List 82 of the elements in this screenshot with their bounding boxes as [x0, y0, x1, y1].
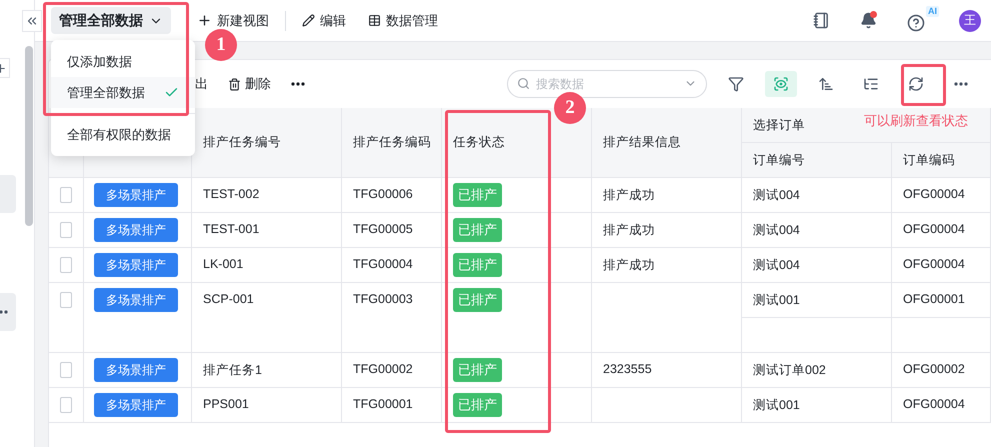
row-checkbox[interactable] — [60, 187, 72, 203]
column-header: 订单编号 — [742, 143, 892, 178]
bell-icon — [860, 12, 877, 29]
list-icon — [863, 76, 879, 92]
table-cell: TFG00001 — [342, 388, 442, 423]
column-header: 排产结果信息 — [592, 108, 742, 178]
menu-item[interactable]: 仅添加数据 — [51, 46, 195, 77]
eye-icon — [773, 76, 789, 92]
column-header: 排产任务编号 — [192, 108, 342, 178]
table-cell: 排产任务1 — [192, 353, 342, 388]
schedule-button[interactable]: 多场景排产 — [94, 253, 178, 277]
pencil-icon — [302, 14, 315, 27]
table-cell: OFG00004 — [892, 248, 991, 283]
table-cell: TEST-001 — [192, 213, 342, 248]
table-cell: 测试订单002 — [742, 353, 892, 388]
plus-icon — [197, 13, 212, 28]
status-tag: 已排产 — [453, 393, 502, 417]
row-checkbox[interactable] — [60, 397, 72, 413]
table-cell: TEST-002 — [192, 178, 342, 213]
view-switcher[interactable]: 管理全部数据 — [51, 7, 171, 34]
trash-icon — [228, 78, 241, 90]
table-cell: LK-001 — [192, 248, 342, 283]
schedule-button[interactable]: 多场景排产 — [94, 358, 178, 382]
ai-badge: AI — [926, 6, 939, 16]
row-checkbox[interactable] — [60, 292, 72, 308]
notebook-icon — [813, 12, 830, 29]
more-icon — [954, 82, 968, 86]
row-checkbox[interactable] — [60, 362, 72, 378]
table-cell: TFG00005 — [342, 213, 442, 248]
table-icon — [368, 14, 381, 27]
table-cell: 测试004 — [742, 248, 892, 283]
help-icon — [907, 14, 925, 32]
table-cell: 测试001 — [742, 388, 892, 423]
table-cell: 排产成功 — [592, 248, 742, 283]
more-icon — [291, 82, 305, 86]
column-header: 排产任务编码 — [342, 108, 442, 178]
toolbar-button[interactable]: 数据管理 — [362, 8, 444, 34]
table-cell: OFG00002 — [892, 353, 991, 388]
column-header: 订单编码 — [892, 143, 991, 178]
search-icon — [517, 77, 530, 90]
table-cell: 测试004 — [742, 213, 892, 248]
row-checkbox[interactable] — [60, 222, 72, 238]
table-cell: TFG00002 — [342, 353, 442, 388]
sidebar-item[interactable] — [0, 293, 16, 331]
table-cell: 测试001 — [742, 283, 892, 318]
delete-button[interactable]: 删除 — [222, 71, 277, 97]
table-cell: OFG00004 — [892, 213, 991, 248]
step-marker: 1 — [205, 29, 237, 61]
user-avatar[interactable]: 王 — [959, 10, 981, 32]
status-tag: 已排产 — [453, 253, 502, 277]
schedule-button[interactable]: 多场景排产 — [94, 393, 178, 417]
refresh-icon — [908, 76, 924, 92]
row-checkbox[interactable] — [60, 257, 72, 273]
status-tag: 已排产 — [453, 288, 502, 312]
schedule-button[interactable]: 多场景排产 — [94, 218, 178, 242]
table-cell: SCP-001 — [192, 283, 342, 353]
table-cell: OFG00004 — [892, 388, 991, 423]
schedule-button[interactable]: 多场景排产 — [94, 183, 178, 207]
table-cell: OFG00004 — [892, 178, 991, 213]
menu-item[interactable]: 全部有权限的数据 — [51, 119, 195, 150]
table-cell: TFG00003 — [342, 283, 442, 353]
filter-icon — [728, 76, 744, 92]
table-cell: 排产成功 — [592, 213, 742, 248]
scrollbar[interactable] — [25, 46, 33, 226]
schedule-button[interactable]: 多场景排产 — [94, 288, 178, 312]
table-cell: TFG00006 — [342, 178, 442, 213]
collapse-button[interactable] — [22, 10, 42, 32]
sort-icon — [818, 76, 834, 92]
table-cell: OFG00001 — [892, 283, 991, 318]
status-tag: 已排产 — [453, 183, 502, 207]
status-tag: 已排产 — [453, 218, 502, 242]
status-tag: 已排产 — [453, 358, 502, 382]
table-cell: PPS001 — [192, 388, 342, 423]
table-cell: 2323555 — [592, 353, 742, 388]
annotation-note: 可以刷新查看状态 — [864, 112, 968, 130]
table-cell: 排产成功 — [592, 178, 742, 213]
highlight-frame — [901, 64, 946, 106]
menu-item[interactable]: 管理全部数据 — [51, 77, 195, 108]
toolbar-button[interactable]: 编辑 — [296, 8, 352, 34]
search-field[interactable]: 搜索数据 — [507, 70, 707, 98]
table-cell: TFG00004 — [342, 248, 442, 283]
table-cell: 测试004 — [742, 178, 892, 213]
